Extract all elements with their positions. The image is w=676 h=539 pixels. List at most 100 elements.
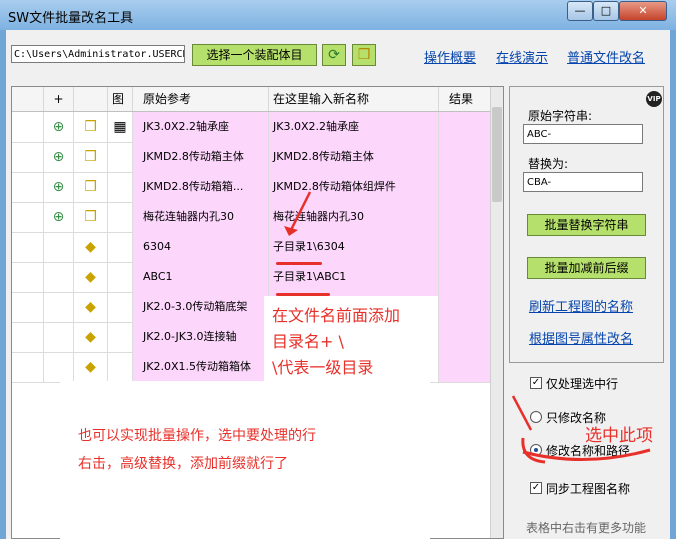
prefix-note-line1: 在文件名前面添加 — [272, 306, 401, 325]
header-type — [74, 87, 108, 111]
replace-input[interactable]: CBA- — [523, 172, 643, 192]
header-rownum — [12, 87, 44, 111]
table-row[interactable]: ⊕ ❒ JKMD2.8传动箱主体 JKMD2.8传动箱主体 — [12, 142, 492, 173]
refresh-icon[interactable]: ⟳ — [322, 44, 346, 66]
minimize-button[interactable]: — — [567, 1, 593, 21]
rename-by-drawing-link[interactable]: 根据图号属性改名 — [529, 328, 633, 347]
demo-link[interactable]: 在线演示 — [496, 47, 548, 66]
find-input[interactable]: ABC- — [523, 124, 643, 144]
prefix-callout: 在文件名前面添加 目录名+ \ \代表一级目录 — [264, 296, 438, 382]
part-icon: ◆ — [74, 322, 108, 352]
drawing-icon: ▦ — [108, 112, 133, 142]
header-result: 结果 — [439, 87, 492, 111]
expand-icon[interactable]: ⊕ — [44, 202, 74, 232]
row-number-cell — [12, 202, 44, 232]
batch-note-line2: 右击，高级替换，添加前缀就行了 — [78, 456, 288, 472]
batch-prefix-button[interactable]: 批量加减前后缀 — [527, 257, 646, 279]
new-name-cell[interactable]: JK3.0X2.2轴承座 — [269, 112, 439, 142]
table-row[interactable]: ⊕ ❒ ▦ JK3.0X2.2轴承座 JK3.0X2.2轴承座 — [12, 112, 492, 143]
row-number-cell — [12, 352, 44, 382]
table-row[interactable]: ◆ 6304 子目录1\6304 — [12, 232, 492, 263]
assembly-icon: ❒ — [74, 172, 108, 202]
prefix-note-line3: \代表一级目录 — [272, 358, 374, 377]
result-cell — [439, 292, 492, 322]
part-icon: ◆ — [74, 292, 108, 322]
drawing-cell — [108, 172, 133, 202]
drawing-cell — [108, 292, 133, 322]
assembly-icon: ❒ — [74, 112, 108, 142]
maximize-button[interactable]: □ — [593, 1, 619, 21]
result-cell — [439, 352, 492, 382]
window-title: SW文件批量改名工具 — [8, 11, 134, 26]
row-number-cell — [12, 262, 44, 292]
overview-link[interactable]: 操作概要 — [424, 47, 476, 66]
batch-replace-button[interactable]: 批量替换字符串 — [527, 214, 646, 236]
underline-6304 — [276, 262, 322, 265]
expand-icon[interactable]: ⊕ — [44, 142, 74, 172]
original-name-cell: JK2.0X1.5传动箱箱体 — [133, 352, 269, 382]
close-button[interactable]: ✕ — [619, 1, 667, 21]
row-number-cell — [12, 292, 44, 322]
row-number-cell — [12, 142, 44, 172]
table-row[interactable]: ⊕ ❒ JKMD2.8传动箱箱... JKMD2.8传动箱体组焊件 — [12, 172, 492, 203]
drawing-cell — [108, 142, 133, 172]
drawing-cell — [108, 322, 133, 352]
row-number-cell — [12, 172, 44, 202]
sync-drawing-label: 同步工程图名称 — [546, 482, 631, 496]
path-input[interactable]: C:\Users\Administrator.USERCH — [11, 45, 185, 63]
table-row[interactable]: ⊕ ❒ 梅花连轴器内孔30 梅花连轴器内孔30 — [12, 202, 492, 233]
sync-drawing-checkbox[interactable]: ✓ — [530, 482, 542, 494]
result-cell — [439, 112, 492, 142]
assembly-icon: ❒ — [74, 202, 108, 232]
table-row[interactable]: ◆ ABC1 子目录1\ABC1 — [12, 262, 492, 293]
only-selected-checkbox[interactable]: ✓ — [530, 377, 542, 389]
batch-note-line1: 也可以实现批量操作，选中要处理的行 — [78, 428, 316, 444]
original-name-cell: JK2.0-3.0传动箱底架 — [133, 292, 269, 322]
original-name-cell: 梅花连轴器内孔30 — [133, 202, 269, 232]
red-circle-annotation — [511, 395, 651, 464]
result-cell — [439, 202, 492, 232]
table-header: + 图 原始参考 在这里输入新名称 结果 — [12, 87, 492, 112]
original-name-cell: JK2.0-JK3.0连接轴 — [133, 322, 269, 352]
result-cell — [439, 172, 492, 202]
part-icon: ◆ — [74, 232, 108, 262]
expand-icon[interactable] — [44, 352, 74, 382]
scroll-thumb[interactable] — [492, 107, 502, 202]
more-hint-text: 表格中右击有更多功能 — [526, 521, 647, 535]
expand-icon[interactable] — [44, 232, 74, 262]
row-number-cell — [12, 232, 44, 262]
row-number-cell — [12, 112, 44, 142]
batch-callout: 也可以实现批量操作，选中要处理的行 右击，高级替换，添加前缀就行了 — [60, 381, 430, 539]
expand-icon[interactable]: ⊕ — [44, 112, 74, 142]
find-label: 原始字符串: — [528, 109, 593, 123]
part-icon: ◆ — [74, 352, 108, 382]
normal-rename-link[interactable]: 普通文件改名 — [567, 47, 645, 66]
part-icon: ◆ — [74, 262, 108, 292]
vip-icon: VIP — [646, 91, 662, 107]
expand-icon[interactable]: ⊕ — [44, 172, 74, 202]
select-assembly-button[interactable]: 选择一个装配体目 — [192, 44, 317, 66]
drawing-cell — [108, 352, 133, 382]
original-name-cell: ABC1 — [133, 262, 269, 292]
original-name-cell: JKMD2.8传动箱主体 — [133, 142, 269, 172]
result-cell — [439, 322, 492, 352]
expand-icon[interactable] — [44, 262, 74, 292]
assembly-icon: ❒ — [74, 142, 108, 172]
prefix-note-line2: 目录名+ \ — [272, 332, 344, 351]
original-name-cell: JK3.0X2.2轴承座 — [133, 112, 269, 142]
vertical-scrollbar[interactable] — [490, 87, 503, 538]
new-name-cell[interactable]: 子目录1\ABC1 — [269, 262, 439, 292]
header-new-name: 在这里输入新名称 — [269, 87, 439, 111]
assembly-icon[interactable]: ❒ — [352, 44, 376, 66]
header-plus: + — [44, 87, 74, 111]
refresh-drawing-link[interactable]: 刷新工程图的名称 — [529, 296, 633, 315]
header-drawing: 图 — [108, 87, 133, 111]
side-panel: VIP 原始字符串: ABC- 替换为: CBA- 批量替换字符串 批量加减前后… — [509, 86, 664, 363]
red-arrow-icon — [284, 191, 312, 236]
original-name-cell: JKMD2.8传动箱箱... — [133, 172, 269, 202]
result-cell — [439, 262, 492, 292]
expand-icon[interactable] — [44, 322, 74, 352]
row-number-cell — [12, 322, 44, 352]
expand-icon[interactable] — [44, 292, 74, 322]
new-name-cell[interactable]: JKMD2.8传动箱主体 — [269, 142, 439, 172]
